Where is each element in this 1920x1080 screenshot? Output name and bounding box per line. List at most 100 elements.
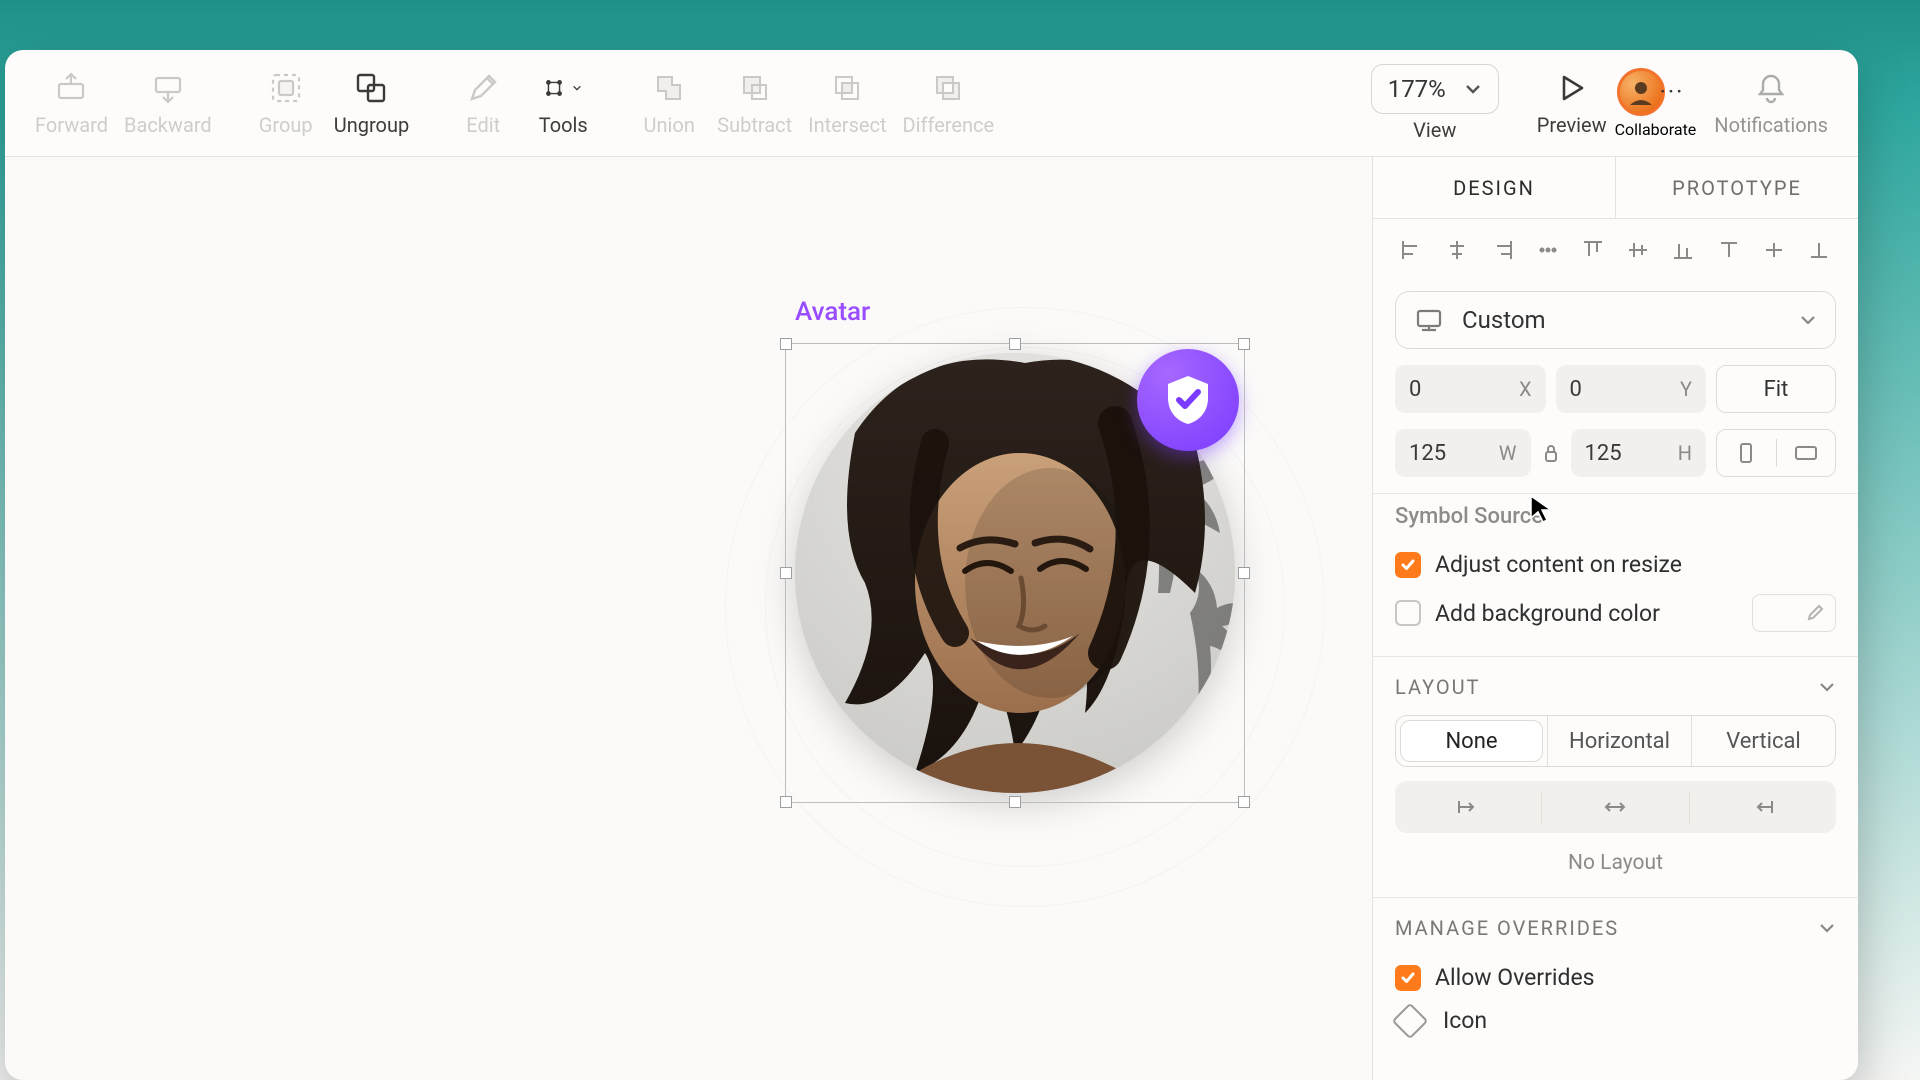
intersect-button[interactable]: Intersect [800, 58, 894, 148]
align-top-button[interactable] [1572, 233, 1614, 267]
bring-forward-icon [52, 69, 90, 107]
orientation-toggle[interactable] [1716, 429, 1836, 477]
zoom-value: 177% [1388, 75, 1446, 103]
union-button[interactable]: Union [629, 58, 709, 148]
resize-handle[interactable] [1238, 338, 1250, 350]
more-dots-icon[interactable]: ··· [1660, 78, 1685, 106]
layout-align-segmented[interactable] [1395, 781, 1836, 833]
artboard-preset-dropdown[interactable]: Custom [1395, 291, 1836, 349]
symbol-diamond-icon [1392, 1002, 1429, 1039]
chevron-down-icon [1818, 678, 1836, 696]
forward-button[interactable]: Forward [27, 58, 116, 148]
resize-handle[interactable] [780, 338, 792, 350]
align-middle-button[interactable] [1753, 233, 1795, 267]
fit-button[interactable]: Fit [1716, 365, 1836, 413]
layout-vertical-button[interactable]: Vertical [1692, 716, 1835, 766]
align-right-button[interactable] [1481, 233, 1523, 267]
layout-align-end[interactable] [1690, 781, 1836, 833]
checkbox-icon [1395, 965, 1421, 991]
chevron-down-icon [1799, 311, 1817, 329]
lock-aspect-button[interactable] [1541, 443, 1561, 463]
override-icon-row[interactable]: Icon [1395, 999, 1836, 1042]
distribute-h-button[interactable] [1527, 233, 1569, 267]
x-field[interactable]: 0X [1395, 365, 1546, 413]
tools-label: Tools [539, 113, 588, 137]
eyedropper-icon [1801, 599, 1829, 627]
ungroup-button[interactable]: Ungroup [326, 58, 418, 148]
tools-icon [544, 69, 582, 107]
layout-horizontal-button[interactable]: Horizontal [1548, 716, 1691, 766]
difference-label: Difference [903, 113, 995, 137]
preview-button[interactable]: Preview [1529, 58, 1615, 148]
intersect-icon [828, 69, 866, 107]
resize-handle[interactable] [1238, 796, 1250, 808]
layout-align-start[interactable] [1395, 781, 1541, 833]
height-field[interactable]: 125H [1571, 429, 1707, 477]
selected-artboard[interactable] [785, 343, 1245, 803]
ungroup-label: Ungroup [334, 113, 410, 137]
union-label: Union [644, 113, 695, 137]
intersect-label: Intersect [808, 113, 886, 137]
tools-button[interactable]: Tools [523, 58, 603, 148]
artboard-icon [1414, 307, 1444, 333]
selection-label[interactable]: Avatar [795, 297, 870, 327]
notifications-label: Notifications [1714, 113, 1828, 137]
difference-button[interactable]: Difference [895, 58, 1003, 148]
collaborator-avatar[interactable]: ··· [1617, 68, 1665, 116]
no-layout-label: No Layout [1395, 833, 1836, 881]
group-button[interactable]: Group [246, 58, 326, 148]
align-hcenter-button[interactable] [1436, 233, 1478, 267]
resize-handle[interactable] [780, 567, 792, 579]
group-icon [267, 69, 305, 107]
preview-label: Preview [1537, 113, 1607, 137]
align-left-button[interactable] [1391, 233, 1433, 267]
tab-prototype[interactable]: PROTOTYPE [1615, 157, 1858, 218]
notifications-button[interactable]: Notifications [1706, 58, 1836, 148]
width-field[interactable]: 125W [1395, 429, 1531, 477]
pencil-icon [464, 69, 502, 107]
view-label: View [1413, 118, 1456, 142]
bell-icon [1752, 69, 1790, 107]
layout-align-center[interactable] [1542, 781, 1688, 833]
color-swatch[interactable] [1752, 594, 1836, 632]
align-bottom-button[interactable] [1662, 233, 1704, 267]
background-color-checkbox[interactable]: Add background color [1395, 586, 1836, 640]
tab-design[interactable]: DESIGN [1373, 157, 1615, 218]
symbol-source-title: Symbol Source [1395, 504, 1836, 529]
toolbar: Forward Backward Group Ungroup [5, 50, 1858, 157]
allow-overrides-checkbox[interactable]: Allow Overrides [1395, 956, 1836, 999]
backward-button[interactable]: Backward [116, 58, 220, 148]
checkbox-icon [1395, 552, 1421, 578]
subtract-button[interactable]: Subtract [709, 58, 800, 148]
align-vcenter-button[interactable] [1617, 233, 1659, 267]
chevron-down-icon [572, 79, 582, 97]
checkbox-icon [1395, 600, 1421, 626]
group-label: Group [259, 113, 313, 137]
resize-handle[interactable] [1238, 567, 1250, 579]
y-field[interactable]: 0Y [1556, 365, 1707, 413]
resize-handle[interactable] [1009, 796, 1021, 808]
edit-button[interactable]: Edit [443, 58, 523, 148]
layout-none-button[interactable]: None [1400, 720, 1543, 762]
forward-label: Forward [35, 113, 108, 137]
align-top2-button[interactable] [1708, 233, 1750, 267]
portrait-button[interactable] [1717, 430, 1776, 476]
ungroup-icon [352, 69, 390, 107]
adjust-content-checkbox[interactable]: Adjust content on resize [1395, 543, 1836, 586]
canvas[interactable]: Avatar [5, 157, 1372, 1080]
zoom-dropdown[interactable]: 177% [1371, 64, 1499, 114]
backward-label: Backward [124, 113, 212, 137]
subtract-label: Subtract [717, 113, 792, 137]
preset-value: Custom [1462, 306, 1546, 334]
landscape-button[interactable] [1777, 430, 1836, 476]
send-backward-icon [149, 69, 187, 107]
layout-direction-segmented[interactable]: None Horizontal Vertical [1395, 715, 1836, 767]
align-row [1373, 219, 1858, 281]
align-bottom2-button[interactable] [1798, 233, 1840, 267]
collaborate-label: Collaborate [1615, 120, 1697, 139]
inspector-panel: DESIGN PROTOTYPE Custom [1372, 157, 1858, 1080]
overrides-section-header[interactable]: MANAGE OVERRIDES [1373, 898, 1858, 956]
resize-handle[interactable] [1009, 338, 1021, 350]
resize-handle[interactable] [780, 796, 792, 808]
layout-section-header[interactable]: LAYOUT [1373, 657, 1858, 715]
